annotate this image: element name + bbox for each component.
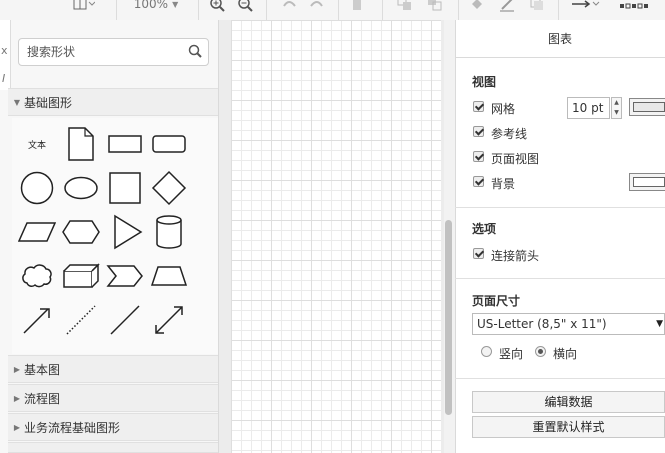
portrait-radio[interactable]: [481, 346, 492, 357]
text-shape-label: 文本: [27, 140, 46, 151]
section-label: 业务流程基础图形: [24, 420, 121, 435]
zoom-in-icon[interactable]: [206, 0, 228, 14]
zoom-out-icon[interactable]: [234, 0, 256, 14]
section-business-process[interactable]: ▶ 业务流程基础图形: [8, 413, 218, 441]
connection-icon[interactable]: [568, 0, 602, 14]
page-view-icon[interactable]: [68, 0, 98, 14]
cloud-shape[interactable]: [17, 256, 57, 296]
landscape-radio[interactable]: [535, 346, 546, 357]
diamond-shape[interactable]: [149, 168, 189, 208]
grid-checkbox[interactable]: [473, 101, 484, 112]
grid-size-input[interactable]: 10 pt: [567, 97, 610, 119]
text-shape[interactable]: 文本: [17, 124, 57, 164]
waypoints-icon[interactable]: [616, 0, 650, 14]
cylinder-shape[interactable]: [149, 212, 189, 252]
collapsed-panel-strip: x I: [0, 20, 11, 90]
fill-color-icon[interactable]: [466, 0, 488, 14]
grid-size-spinner[interactable]: ▲ ▼: [611, 97, 622, 119]
triangle-shape[interactable]: [105, 212, 145, 252]
to-back-icon[interactable]: [424, 0, 446, 14]
chevron-down-icon: ▼: [656, 319, 663, 329]
chevron-right-icon: ▶: [13, 364, 21, 374]
page-view-checkbox[interactable]: [473, 151, 484, 162]
view-heading: 视图: [472, 75, 497, 89]
note-shape[interactable]: [61, 124, 101, 164]
bidirectional-arrow-shape[interactable]: [149, 300, 189, 340]
edit-data-button[interactable]: 编辑数据: [472, 391, 665, 413]
zoom-dropdown[interactable]: 100% ▼: [126, 0, 186, 14]
page-size-heading: 页面尺寸: [472, 294, 521, 308]
page-size-select[interactable]: US-Letter (8,5" x 11") ▼: [472, 313, 665, 335]
toolbar: 100% ▼: [0, 0, 665, 21]
options-heading: 选项: [472, 222, 497, 236]
shadow-icon[interactable]: [526, 0, 548, 14]
scrollbar-thumb[interactable]: [445, 220, 452, 415]
redo-icon[interactable]: [306, 0, 328, 14]
line-color-icon[interactable]: [496, 0, 518, 14]
search-icon[interactable]: [188, 44, 202, 61]
arrow-shape[interactable]: [17, 300, 57, 340]
parallelogram-shape[interactable]: [17, 212, 57, 252]
reset-style-button[interactable]: 重置默认样式: [472, 416, 665, 438]
guides-checkbox[interactable]: [473, 126, 484, 137]
delete-icon[interactable]: [346, 0, 368, 14]
section-label: 流程图: [24, 391, 61, 406]
landscape-label: 横向: [553, 347, 578, 361]
step-shape[interactable]: [105, 256, 145, 296]
hexagon-shape[interactable]: [61, 212, 101, 252]
ellipse-shape[interactable]: [61, 168, 101, 208]
canvas-major-grid: [231, 20, 441, 453]
grid-label: 网格: [491, 102, 516, 116]
page-size-value: US-Letter (8,5" x 11"): [477, 317, 607, 331]
tab-diagram[interactable]: 图表: [455, 20, 665, 58]
rounded-rectangle-shape[interactable]: [149, 124, 189, 164]
background-color-swatch[interactable]: [629, 173, 665, 191]
trapezoid-shape[interactable]: [149, 256, 189, 296]
section-label: 基础图形: [24, 95, 73, 110]
background-label: 背景: [491, 177, 516, 191]
dotted-line-shape[interactable]: [61, 300, 101, 340]
zoom-value: 100%: [133, 0, 169, 11]
section-flowchart[interactable]: ▶ 流程图: [8, 384, 218, 412]
shape-search-box: [18, 38, 209, 66]
section-more[interactable]: [8, 442, 218, 453]
chevron-right-icon: ▶: [13, 393, 21, 403]
chevron-right-icon: ▶: [13, 422, 21, 432]
grid-color-swatch[interactable]: [629, 98, 665, 116]
connection-arrows-label: 连接箭头: [491, 249, 540, 263]
section-basic-diagram[interactable]: ▶ 基本图: [8, 355, 218, 383]
cube-shape[interactable]: [61, 256, 101, 296]
to-front-icon[interactable]: [394, 0, 416, 14]
rectangle-shape[interactable]: [105, 124, 145, 164]
line-shape[interactable]: [105, 300, 145, 340]
chevron-down-icon: ▼: [13, 97, 21, 107]
square-shape[interactable]: [105, 168, 145, 208]
chevron-down-icon: ▼: [172, 0, 179, 9]
shape-search-input[interactable]: [25, 44, 189, 60]
guides-label: 参考线: [491, 127, 528, 141]
section-label: 基本图: [24, 362, 61, 377]
section-basic-shapes[interactable]: ▼ 基础图形: [8, 88, 218, 116]
undo-icon[interactable]: [278, 0, 300, 14]
connection-arrows-checkbox[interactable]: [473, 248, 484, 259]
shape-palette: 文本: [12, 118, 218, 354]
background-checkbox[interactable]: [473, 176, 484, 187]
page-view-label: 页面视图: [491, 152, 540, 166]
portrait-label: 竖向: [499, 347, 524, 361]
circle-shape[interactable]: [17, 168, 57, 208]
